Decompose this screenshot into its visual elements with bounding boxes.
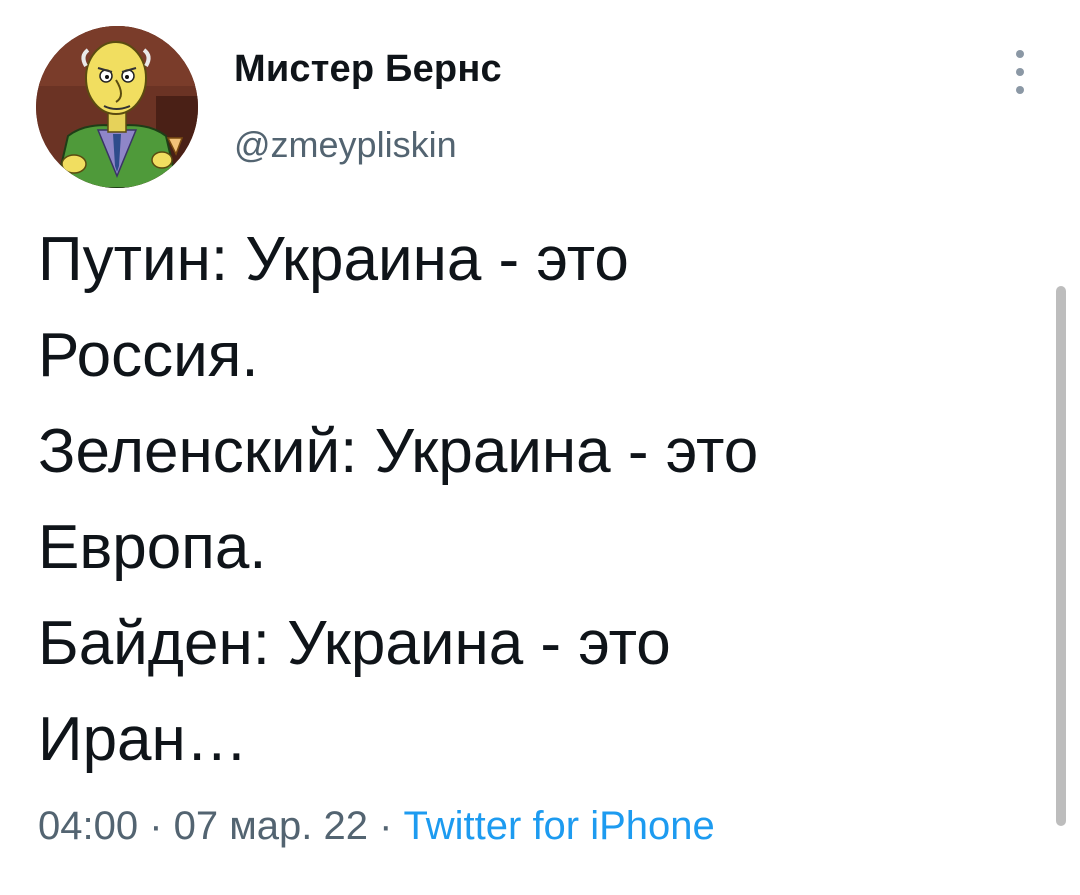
tweet-text-line: Байден: Украина - это	[38, 609, 671, 678]
mr-burns-avatar-icon	[36, 26, 198, 188]
meta-separator: ·	[138, 804, 174, 848]
tweet-text: Путин: Украина - это Россия. Зеленский: …	[38, 212, 1018, 788]
tweet-meta: 04:00 · 07 мар. 22 · Twitter for iPhone	[38, 804, 715, 849]
display-name[interactable]: Мистер Бернс	[234, 48, 502, 91]
tweet-card: Мистер Бернс @zmeypliskin Путин: Украина…	[0, 0, 1080, 895]
tweet-time[interactable]: 04:00	[38, 804, 138, 848]
user-handle[interactable]: @zmeypliskin	[234, 124, 457, 166]
tweet-text-line: Зеленский: Украина - это	[38, 417, 759, 486]
tweet-date[interactable]: 07 мар. 22	[174, 804, 368, 848]
avatar[interactable]	[36, 26, 198, 188]
meta-separator: ·	[367, 804, 404, 848]
tweet-text-line: Путин: Украина - это	[38, 225, 629, 294]
scrollbar[interactable]	[1056, 286, 1066, 826]
tweet-text-line: Россия.	[38, 321, 259, 390]
tweet-text-line: Европа.	[38, 513, 267, 582]
tweet-text-line: Иран…	[38, 705, 248, 774]
tweet-source-link[interactable]: Twitter for iPhone	[404, 804, 715, 848]
more-options-button[interactable]	[1008, 46, 1032, 98]
